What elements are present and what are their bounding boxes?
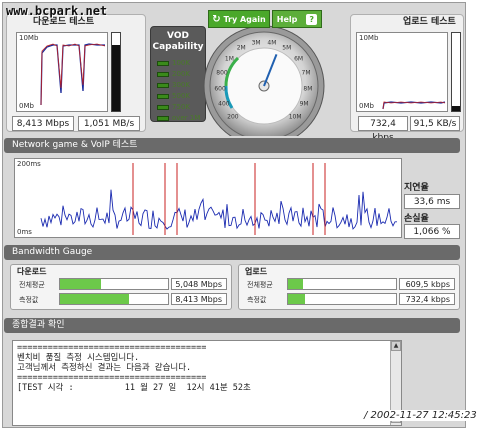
report-line: ===================================== (17, 343, 207, 353)
speed-dial: 200 400 600 800 1M 2M 3M 4M 5M 6M 7M 8M 9M 10M ↻ Try … (202, 8, 326, 136)
download-rate-readout: 8,413 Mbps (12, 116, 74, 131)
upload-measured-label: 측정값 (247, 296, 267, 304)
dial-scale-label: 2M (236, 44, 246, 52)
upload-gauge-title: 업로드 (245, 267, 268, 276)
dial-scale-label: 8M (303, 85, 313, 93)
upload-measured-bar (287, 293, 397, 305)
loss-readout: 1,066 % (404, 224, 460, 239)
dial-scale-label: 10M (288, 113, 302, 121)
download-level-bar (111, 32, 121, 112)
vod-title-line1: VOD (167, 31, 189, 41)
dial-scale-label: 800 (216, 69, 228, 77)
download-avg-fill (60, 279, 102, 289)
download-bytes-readout: 1,051 MB/s (78, 116, 140, 131)
vod-item-300k: 300K (157, 81, 190, 89)
download-gauge-title: 다운로드 (17, 267, 47, 276)
report-line: 고객님께서 측정하신 결과는 다음과 같습니다. (17, 363, 192, 373)
summary-section-header: 종합결과 확인 (4, 318, 460, 333)
dial-scale-label: 1M (224, 55, 234, 63)
dial-scale-label: 3M (251, 39, 261, 47)
upload-avg-label: 전체평균 (247, 281, 273, 289)
dial-scale-label: 600 (214, 85, 226, 93)
upload-rate-readout: 732,4 kbps (358, 116, 408, 143)
latency-label: 지연율 (404, 183, 429, 193)
upload-avg-fill (288, 279, 304, 289)
vod-item-750k: 750K (157, 103, 190, 111)
network-graph: 200ms 0ms (14, 158, 402, 238)
download-trace (40, 43, 106, 106)
help-button[interactable]: Help ? (272, 10, 322, 28)
dial-scale-label: 7M (301, 69, 311, 77)
download-measured-fill (60, 294, 130, 304)
download-gauge-box: 다운로드 전체평균 5,048 Mbps 측정값 8,413 Mbps (10, 264, 232, 310)
upload-measured-value: 732,4 kbps (399, 293, 455, 305)
dial-scale-label: 400 (218, 100, 230, 108)
vod-capability-panel: VOD Capability 100K 200K 300K 500K 750K … (150, 26, 206, 122)
vod-item-200k: 200K (157, 70, 190, 78)
dial-scale-label: 200 (227, 113, 239, 121)
upload-bytes-readout: 91,5 KB/s (410, 116, 460, 131)
network-latency-trace (40, 163, 397, 235)
bandwidth-gauge-header: Bandwidth Gauge (4, 245, 460, 260)
download-measured-bar (59, 293, 169, 305)
report-line: 벤치비 품질 측정 시스템입니다. (17, 353, 140, 363)
upload-level-fill (452, 105, 460, 111)
download-avg-label: 전체평균 (19, 281, 45, 289)
upload-test-title: 업로드 테스트 (403, 17, 456, 27)
upload-graph: 10Mb 0Mb (356, 32, 448, 112)
vod-item-over-1m: over 1M (157, 114, 200, 122)
report-line: [TEST 시각 : 11 월 27 일 12시 41분 52초 (17, 383, 251, 393)
refresh-icon: ↻ (212, 14, 221, 25)
download-measured-value: 8,413 Mbps (171, 293, 227, 305)
upload-avg-bar (287, 278, 397, 290)
question-icon: ? (306, 14, 318, 25)
upload-avg-value: 609,5 kbps (399, 278, 455, 290)
capture-timestamp: / 2002-11-27 12:45:23 (364, 410, 477, 421)
download-graph: 10Mb 0Mb (16, 32, 108, 112)
download-avg-bar (59, 278, 169, 290)
dial-scale-label: 9M (299, 100, 309, 108)
network-section-header: Network game & VoIP 테스트 (4, 138, 460, 153)
dial-scale-label: 4M (267, 39, 277, 47)
upload-level-bar (451, 32, 461, 112)
vod-item-500k: 500K (157, 92, 190, 100)
download-measured-label: 측정값 (19, 296, 39, 304)
dial-scale-label: 6M (294, 55, 304, 63)
summary-report-text[interactable]: ===================================== 벤치… (12, 340, 402, 426)
download-avg-value: 5,048 Mbps (171, 278, 227, 290)
upload-measured-fill (288, 294, 306, 304)
latency-readout: 33,6 ms (404, 194, 460, 209)
dial-scale-label: 5M (282, 44, 292, 52)
loss-label: 손실율 (404, 214, 429, 224)
download-level-fill (112, 44, 120, 111)
try-again-button[interactable]: ↻ Try Again (208, 10, 270, 28)
vod-title-line2: Capability (152, 42, 204, 52)
upload-trace (382, 101, 446, 110)
upload-gauge-box: 업로드 전체평균 609,5 kbps 측정값 732,4 kbps (238, 264, 460, 310)
report-line: ===================================== (17, 373, 207, 383)
watermark: www.bcpark.net (6, 4, 108, 18)
scroll-up-arrow[interactable]: ▲ (391, 341, 401, 351)
vod-item-100k: 100K (157, 59, 190, 67)
